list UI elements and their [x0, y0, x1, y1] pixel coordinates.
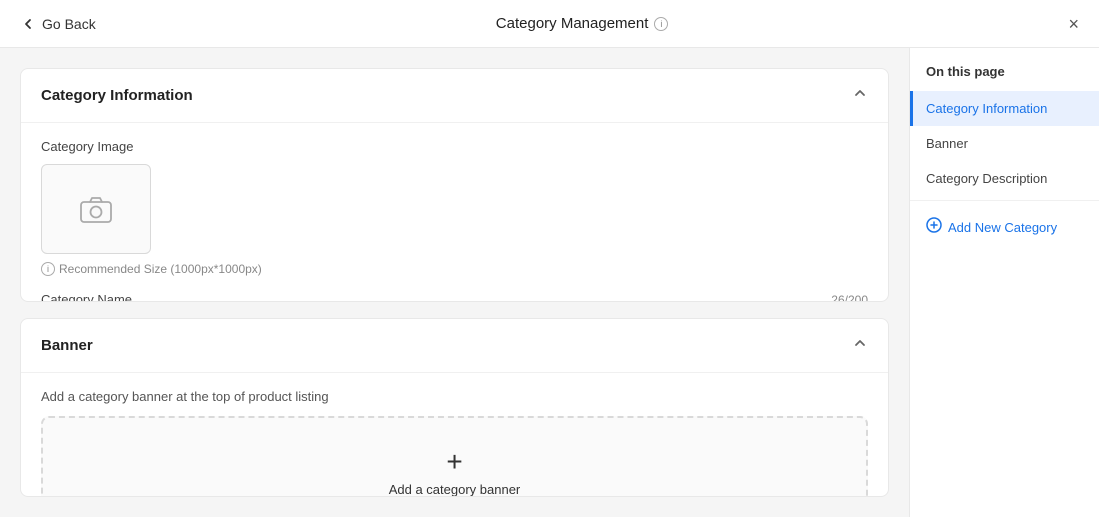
main-layout: Category Information Category Image	[0, 48, 1099, 517]
banner-upload-area[interactable]: + Add a category banner i Recommended Si…	[41, 416, 868, 497]
on-this-page-title: On this page	[910, 64, 1099, 91]
image-info-icon: i	[41, 262, 55, 276]
image-upload-box[interactable]	[41, 164, 151, 254]
image-field-label: Category Image	[41, 139, 868, 154]
banner-header: Banner	[21, 319, 888, 373]
banner-section: Banner Add a category banner at the top …	[20, 318, 889, 497]
category-information-section: Category Information Category Image	[20, 68, 889, 302]
plus-icon: +	[446, 448, 462, 476]
sidebar-item-label: Banner	[926, 136, 968, 151]
go-back-button[interactable]: Go Back	[20, 16, 96, 32]
back-arrow-icon	[20, 16, 36, 32]
page-header: Go Back Category Management i ×	[0, 0, 1099, 48]
banner-body: Add a category banner at the top of prod…	[21, 373, 888, 497]
category-name-label: Category Name	[41, 292, 132, 302]
camera-icon	[80, 195, 112, 223]
add-new-category-button[interactable]: Add New Category	[910, 205, 1099, 250]
sidebar-item-label: Category Information	[926, 101, 1047, 116]
title-info-icon[interactable]: i	[654, 17, 668, 31]
category-info-title: Category Information	[41, 87, 193, 104]
sidebar-divider	[910, 200, 1099, 201]
page-title-container: Category Management i	[496, 15, 669, 32]
banner-collapse-button[interactable]	[852, 335, 868, 356]
close-button[interactable]: ×	[1068, 15, 1079, 33]
add-new-label: Add New Category	[948, 220, 1057, 235]
banner-title: Banner	[41, 337, 93, 354]
sidebar-item-category-description[interactable]: Category Description	[910, 161, 1099, 196]
back-label: Go Back	[42, 16, 96, 32]
add-circle-icon	[926, 217, 942, 238]
category-info-header: Category Information	[21, 69, 888, 123]
sidebar-item-label: Category Description	[926, 171, 1047, 186]
banner-upload-label: Add a category banner	[389, 482, 521, 497]
category-info-body: Category Image i Recommended Size (1000p…	[21, 123, 888, 302]
image-recommended-size: i Recommended Size (1000px*1000px)	[41, 262, 868, 276]
right-sidebar: On this page Category Information Banner…	[909, 48, 1099, 517]
char-count: 26/200	[831, 293, 868, 303]
page-title: Category Management	[496, 15, 649, 32]
banner-description: Add a category banner at the top of prod…	[41, 389, 868, 404]
category-info-collapse-button[interactable]	[852, 85, 868, 106]
image-size-text: Recommended Size (1000px*1000px)	[59, 262, 262, 276]
category-name-header: Category Name 26/200	[41, 292, 868, 302]
main-content: Category Information Category Image	[0, 48, 909, 517]
sidebar-item-category-information[interactable]: Category Information	[910, 91, 1099, 126]
sidebar-item-banner[interactable]: Banner	[910, 126, 1099, 161]
